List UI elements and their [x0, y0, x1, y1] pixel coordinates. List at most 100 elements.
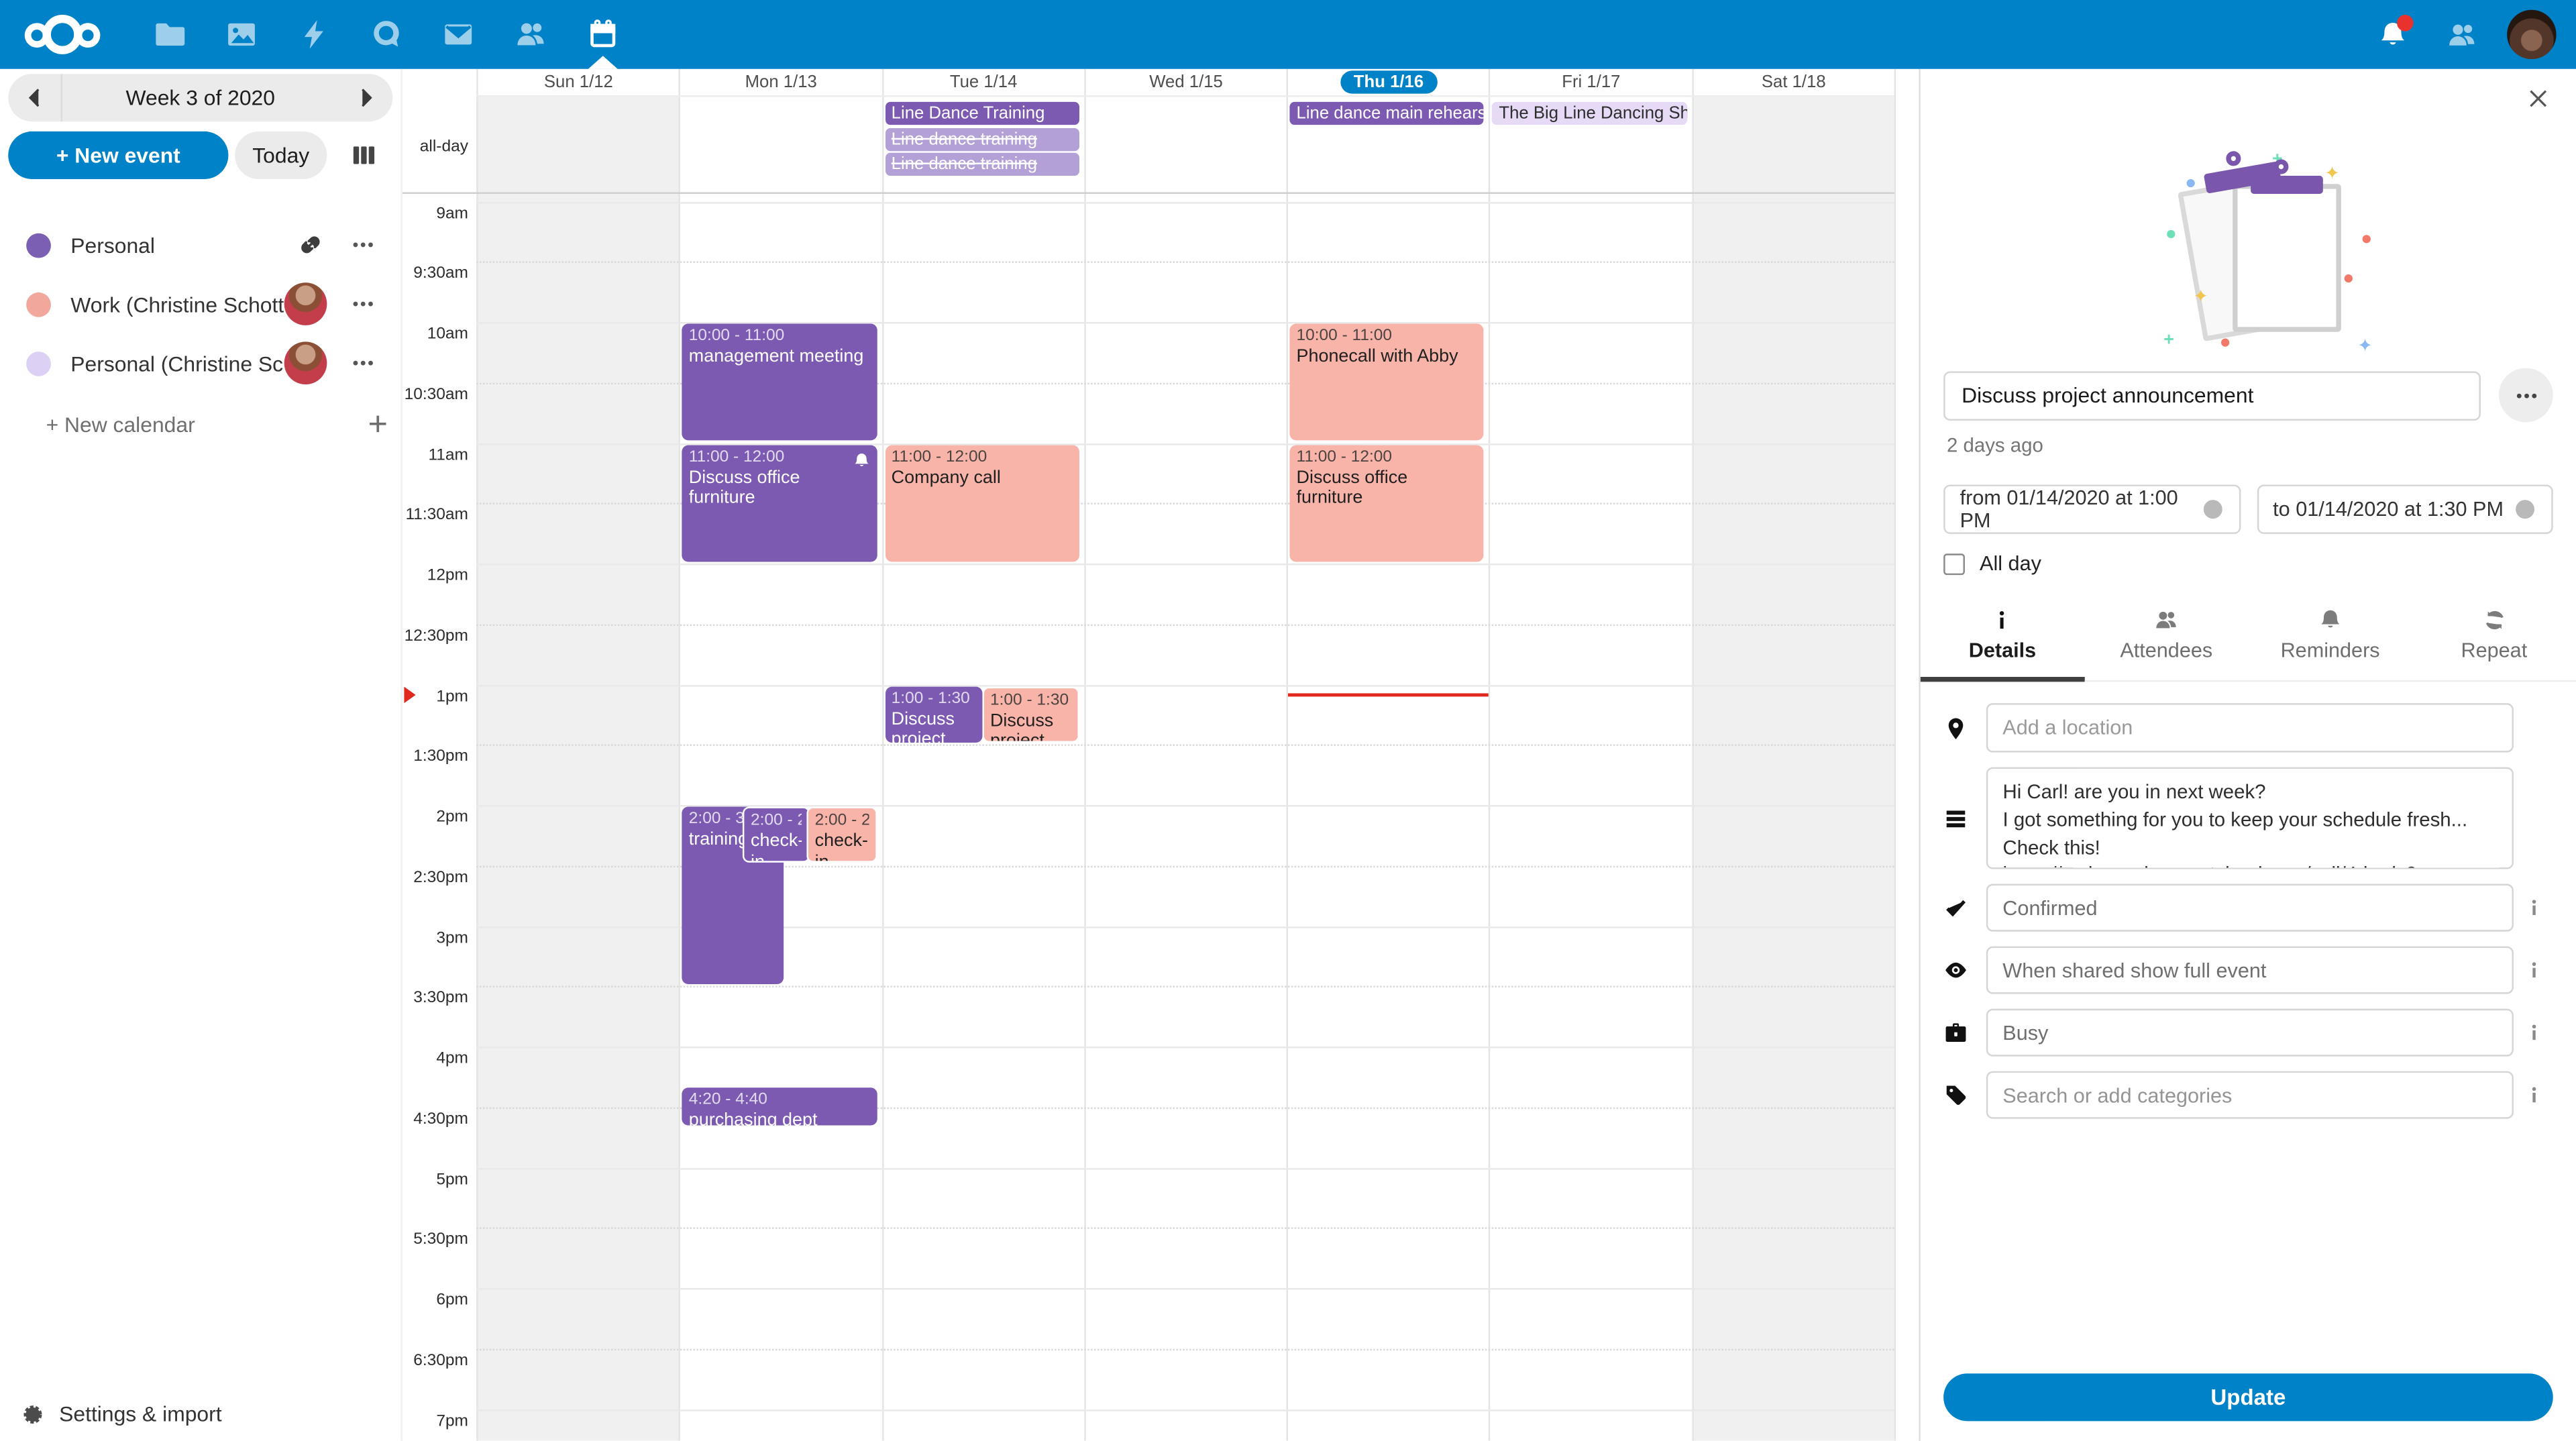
app-contacts-icon[interactable]	[494, 0, 567, 69]
description-row: Hi Carl! are you in next week? I got som…	[1943, 767, 2553, 869]
new-event-button[interactable]: + New event	[8, 131, 228, 179]
notifications-bell-icon[interactable]	[2369, 11, 2415, 58]
day-header[interactable]: Fri 1/17	[1489, 69, 1692, 95]
calendar-list-item[interactable]: Work (Christine Schott)	[0, 274, 401, 333]
day-column[interactable]	[881, 95, 1084, 1441]
share-link-icon[interactable]	[294, 231, 327, 258]
calendar-list-item[interactable]: Personal (Christine Scho…	[0, 333, 401, 392]
location-input[interactable]	[1986, 703, 2514, 752]
new-calendar-button[interactable]: + New calendar	[0, 399, 401, 448]
day-header[interactable]: Wed 1/15	[1084, 69, 1287, 95]
app-calendar-icon[interactable]	[567, 0, 639, 69]
calendar-event[interactable]: 2:00 - 2:30check-in	[743, 806, 810, 863]
day-column[interactable]	[1287, 95, 1489, 1441]
time-label: 12pm	[402, 567, 468, 585]
time-label: 5pm	[402, 1171, 468, 1189]
calendar-event[interactable]: 10:00 - 11:00Phonecall with Abby	[1290, 323, 1485, 440]
more-actions-button[interactable]	[2499, 368, 2553, 423]
nextcloud-logo-icon[interactable]	[21, 15, 103, 54]
all-day-event[interactable]: Line dance training	[885, 153, 1079, 176]
today-button[interactable]: Today	[235, 131, 327, 179]
day-header[interactable]: Sat 1/18	[1692, 69, 1894, 95]
app-photos-icon[interactable]	[205, 0, 278, 69]
end-date-field[interactable]: to 01/14/2020 at 1:30 PM	[2257, 484, 2553, 533]
day-column[interactable]	[679, 95, 881, 1441]
close-icon[interactable]	[2525, 85, 2558, 118]
day-header-label: Mon 1/13	[745, 72, 817, 92]
info-icon[interactable]	[2514, 897, 2553, 918]
day-header[interactable]: Mon 1/13	[679, 69, 881, 95]
day-header-label: Fri 1/17	[1562, 72, 1620, 92]
settings-label: Settings & import	[59, 1401, 221, 1426]
calendar-event[interactable]: 4:20 - 4:40purchasing dept	[682, 1088, 877, 1124]
timezone-globe-icon[interactable]	[2514, 498, 2536, 521]
contacts-menu-icon[interactable]	[2438, 11, 2484, 58]
time-label: 9:30am	[402, 265, 468, 283]
tab-label: Attendees	[2120, 639, 2212, 662]
calendar-event[interactable]: 2:00 - 2:30check-in	[806, 806, 876, 863]
status-select[interactable]	[1986, 884, 2514, 932]
all-day-event[interactable]: Line dance training	[885, 127, 1079, 150]
info-icon[interactable]	[2514, 1022, 2553, 1043]
start-date-field[interactable]: from 01/14/2020 at 1:00 PM	[1943, 484, 2240, 533]
categories-input[interactable]	[1986, 1071, 2514, 1119]
time-label: 4:30pm	[402, 1110, 468, 1128]
app-mail-icon[interactable]	[422, 0, 494, 69]
app-activity-icon[interactable]	[278, 0, 350, 69]
grid-line	[476, 564, 1894, 565]
tab-details[interactable]: Details	[1921, 600, 2084, 682]
update-button[interactable]: Update	[1943, 1373, 2553, 1421]
calendar-event[interactable]: 11:00 - 12:00Discuss office furniture	[682, 444, 877, 561]
previous-week-button[interactable]	[8, 74, 62, 121]
week-label[interactable]: Week 3 of 2020	[62, 85, 338, 110]
time-label: 12:30pm	[402, 627, 468, 645]
calendar-event[interactable]: 1:00 - 1:30Discuss project announcement	[885, 686, 982, 742]
calendar-list-item[interactable]: Personal	[0, 215, 401, 274]
all-day-checkbox[interactable]	[1943, 553, 1965, 574]
busy-select[interactable]	[1986, 1009, 2514, 1057]
day-column[interactable]	[1084, 95, 1287, 1441]
day-header[interactable]: Sun 1/12	[476, 69, 679, 95]
day-header[interactable]: Thu 1/16	[1287, 69, 1489, 95]
day-header[interactable]: Tue 1/14	[881, 69, 1084, 95]
tab-attendees[interactable]: Attendees	[2084, 600, 2248, 682]
tab-reminders[interactable]: Reminders	[2248, 600, 2412, 682]
calendar-actions-icon[interactable]	[345, 290, 381, 317]
user-avatar[interactable]	[2507, 10, 2556, 59]
day-column[interactable]	[1489, 95, 1692, 1441]
view-mode-button[interactable]	[333, 131, 392, 179]
tab-repeat[interactable]: Repeat	[2412, 600, 2576, 682]
settings-import-button[interactable]: Settings & import	[21, 1401, 222, 1426]
time-label: 1:30pm	[402, 748, 468, 766]
all-day-event[interactable]: Line dance main rehearsal	[1290, 101, 1485, 124]
app-files-icon[interactable]	[133, 0, 205, 69]
info-icon[interactable]	[2514, 959, 2553, 981]
calendar-event[interactable]: 11:00 - 12:00Company call	[885, 444, 1079, 561]
time-label: 9am	[402, 205, 468, 223]
time-label: 10:30am	[402, 386, 468, 404]
timezone-globe-icon[interactable]	[2200, 498, 2223, 521]
calendar-actions-icon[interactable]	[345, 231, 381, 258]
app-talk-icon[interactable]	[350, 0, 423, 69]
calendar-event[interactable]: 11:00 - 12:00Discuss office furniture	[1290, 444, 1485, 561]
main-area: Week 3 of 2020 + New event Today Persona…	[0, 69, 2576, 1441]
new-calendar-label: + New calendar	[46, 411, 349, 436]
sidebar-actions: + New event Today	[8, 131, 392, 179]
grid-right-border	[1894, 69, 1896, 1441]
all-day-event[interactable]: Line Dance Training	[885, 101, 1079, 124]
reminder-bell-icon	[852, 451, 870, 469]
day-column[interactable]	[476, 95, 679, 1441]
calendar-name: Personal (Christine Scho…	[70, 351, 284, 376]
visibility-select[interactable]	[1986, 947, 2514, 994]
calendar-actions-icon[interactable]	[345, 350, 381, 376]
calendar-event[interactable]: 1:00 - 1:30Discuss project	[982, 686, 1079, 742]
clipboard-clip	[2251, 176, 2323, 194]
all-day-event[interactable]: The Big Line Dancing Show	[1493, 101, 1687, 124]
info-icon[interactable]	[2514, 1084, 2553, 1106]
event-title: Discuss office furniture	[689, 468, 870, 509]
event-title-input[interactable]	[1943, 370, 2481, 419]
day-column[interactable]	[1692, 95, 1894, 1441]
description-textarea[interactable]: Hi Carl! are you in next week? I got som…	[1986, 767, 2514, 869]
calendar-event[interactable]: 10:00 - 11:00management meeting	[682, 323, 877, 440]
next-week-button[interactable]	[338, 74, 392, 121]
